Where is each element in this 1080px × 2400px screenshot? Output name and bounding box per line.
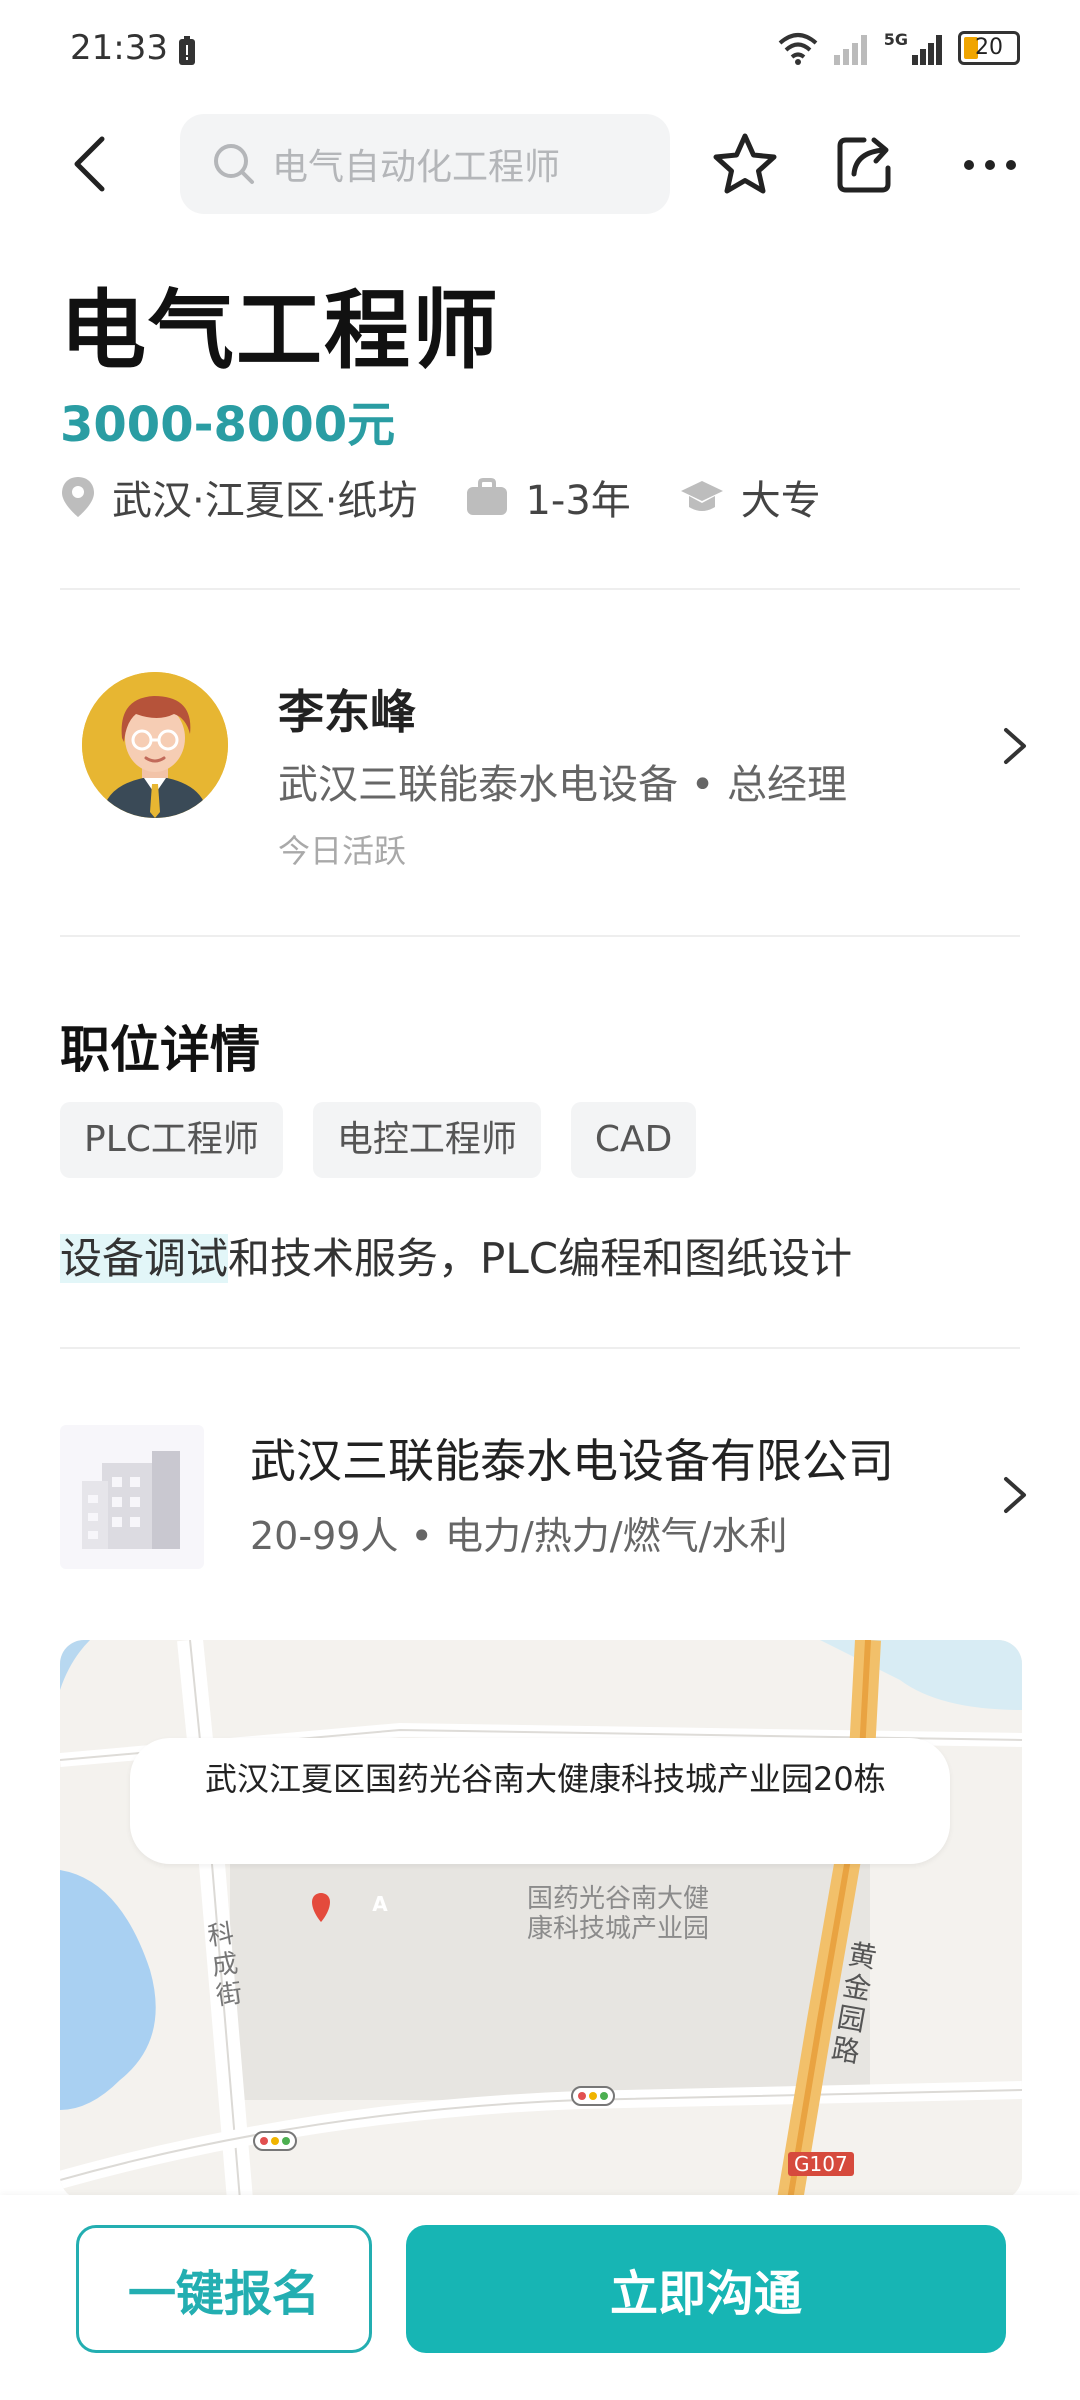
divider	[60, 935, 1020, 937]
quick-apply-button[interactable]: 一键报名	[76, 2225, 372, 2353]
job-location: 武汉·江夏区·纸坊	[112, 478, 418, 524]
chevron-right-icon[interactable]	[998, 1465, 1038, 1525]
recruiter-company-role: 武汉三联能泰水电设备 • 总经理	[278, 762, 848, 808]
location-pin-icon	[62, 477, 94, 517]
map-address: 武汉江夏区国药光谷南大健康科技城产业园20栋	[205, 1760, 886, 1798]
map-marker-letter: A	[372, 1892, 388, 1916]
more-icon[interactable]	[955, 130, 1025, 200]
company-logo[interactable]	[60, 1425, 204, 1569]
top-nav: 电气自动化工程师	[0, 110, 1080, 220]
status-time: 21:33	[70, 28, 168, 68]
skill-tags: PLC工程师 电控工程师 CAD	[60, 1102, 697, 1178]
graduation-cap-icon	[680, 481, 723, 511]
map-address-callout: 武汉江夏区国药光谷南大健康科技城产业园20栋	[130, 1738, 950, 1864]
map-poi-label: 康科技城产业园	[526, 1914, 709, 1944]
divider	[60, 1347, 1020, 1349]
battery-level: 20	[975, 35, 1003, 60]
skill-tag: PLC工程师	[60, 1102, 283, 1178]
description-highlight[interactable]: 设备调试	[60, 1234, 229, 1283]
divider	[60, 588, 1020, 590]
briefcase-icon	[467, 478, 508, 515]
chat-now-button[interactable]: 立即沟通	[406, 2225, 1006, 2353]
building-icon	[82, 1451, 180, 1549]
job-meta: 武汉·江夏区·纸坊 1-3年 大专	[60, 468, 869, 526]
experience-item: 1-3年	[465, 468, 631, 526]
star-icon[interactable]	[710, 130, 780, 200]
location-map[interactable]: 国药光谷南大健 康科技城产业园 A 科成街 黄金园路 G107	[60, 1640, 1022, 2200]
chevron-right-icon[interactable]	[998, 716, 1038, 776]
description-text: 和技术服务，PLC编程和图纸设计	[228, 1234, 853, 1283]
section-title-job-details: 职位详情	[60, 1021, 260, 1079]
status-bar: 21:33 5G 20	[0, 0, 1080, 100]
wifi-icon	[778, 32, 818, 65]
back-arrow-icon[interactable]	[62, 134, 122, 194]
location-item: 武汉·江夏区·纸坊	[60, 468, 417, 526]
company-info: 20-99人 • 电力/热力/燃气/水利	[250, 1514, 788, 1558]
company-name: 武汉三联能泰水电设备有限公司	[250, 1434, 894, 1488]
salary: 3000-8000元	[60, 397, 396, 453]
signal-icon-sim1	[833, 34, 867, 65]
job-description: 设备调试和技术服务，PLC编程和图纸设计	[60, 1225, 852, 1286]
network-type: 5G	[883, 30, 908, 49]
recruiter-avatar-illustration	[82, 672, 228, 818]
skill-tag: 电控工程师	[312, 1102, 541, 1178]
battery-icon: 20	[958, 30, 1020, 65]
avatar[interactable]	[82, 672, 228, 818]
job-education: 大专	[740, 478, 821, 524]
status-icons: 5G 20	[776, 30, 1020, 65]
notification-icon	[179, 36, 195, 65]
recruiter-activity: 今日活跃	[278, 832, 407, 870]
search-placeholder: 电气自动化工程师	[272, 147, 561, 188]
map-poi-label: 国药光谷南大健	[526, 1884, 709, 1914]
map-highway-label: G107	[788, 2152, 854, 2176]
search-input[interactable]: 电气自动化工程师	[180, 114, 670, 214]
job-experience: 1-3年	[525, 478, 631, 524]
recruiter-name: 李东峰	[278, 685, 416, 739]
job-title: 电气工程师	[60, 281, 500, 381]
education-item: 大专	[679, 468, 821, 526]
search-icon	[214, 144, 254, 184]
skill-tag: CAD	[570, 1102, 697, 1178]
share-icon[interactable]	[830, 130, 900, 200]
signal-icon-sim2: 5G	[884, 30, 946, 65]
